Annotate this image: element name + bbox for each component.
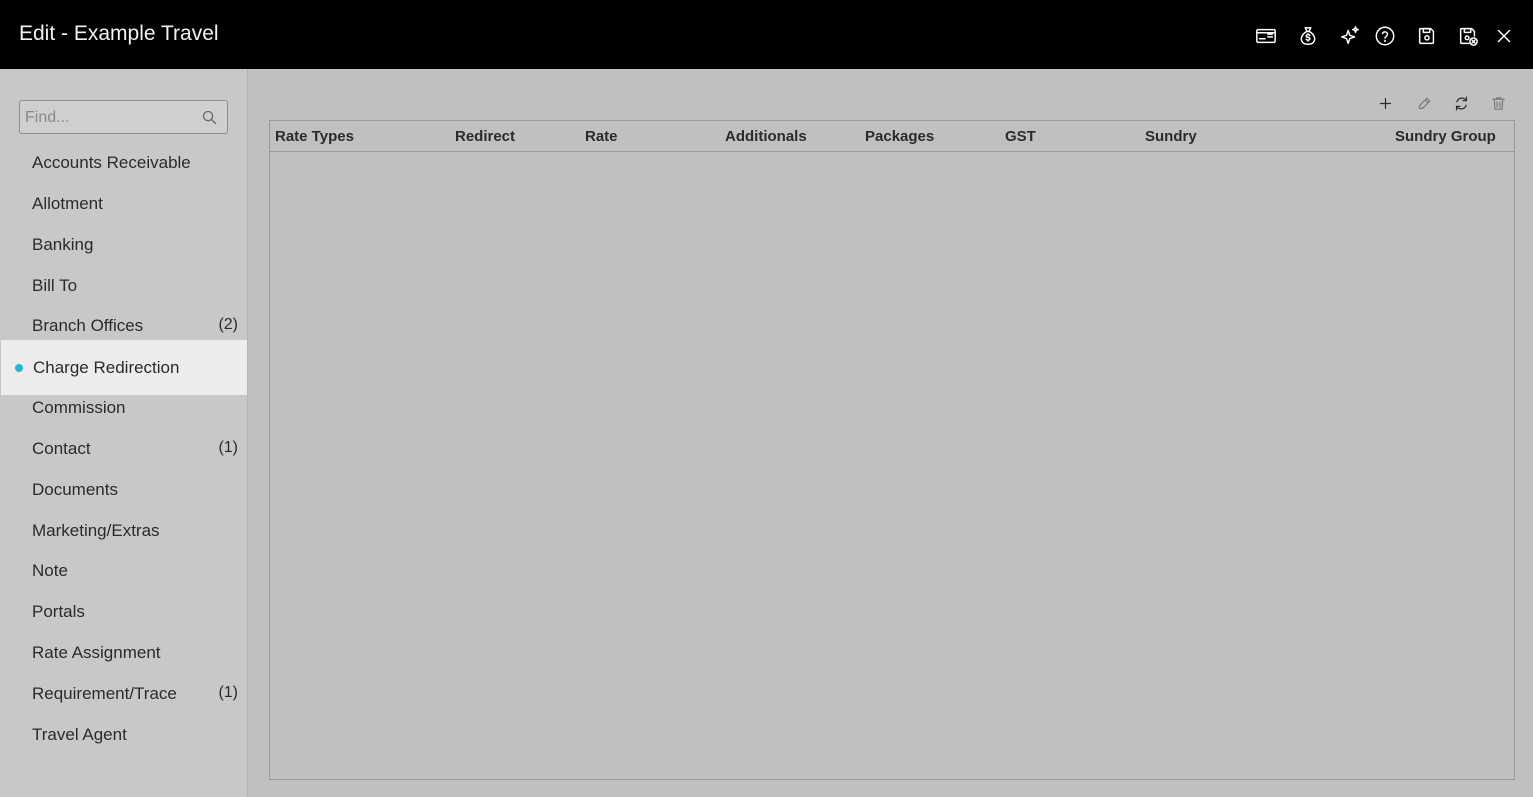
sidebar-item-documents[interactable]: Documents xyxy=(0,470,246,511)
sidebar-item-label: Allotment xyxy=(32,194,103,213)
sidebar-item-count: (2) xyxy=(218,316,238,333)
sidebar-item-allotment[interactable]: Allotment xyxy=(0,184,246,225)
active-indicator xyxy=(15,364,23,372)
column-header-gst[interactable]: GST xyxy=(1005,128,1036,145)
save-icon[interactable] xyxy=(1415,24,1439,48)
help-icon[interactable] xyxy=(1373,24,1397,48)
search-input[interactable] xyxy=(25,106,195,130)
sidebar-item-label: Rate Assignment xyxy=(32,643,161,662)
sidebar-item-label: Contact xyxy=(32,439,91,458)
title-bar: Edit - Example Travel xyxy=(0,0,1533,69)
sidebar-item-label: Marketing/Extras xyxy=(32,521,160,540)
grid-header: Rate Types Redirect Rate Additionals Pac… xyxy=(270,121,1514,152)
sidebar: Accounts Receivable Allotment Banking Bi… xyxy=(0,69,248,797)
sidebar-item-label: Note xyxy=(32,561,68,580)
card-icon[interactable] xyxy=(1254,24,1278,48)
column-header-rate-types[interactable]: Rate Types xyxy=(275,128,354,145)
sidebar-item-label: Bill To xyxy=(32,276,78,295)
sidebar-item-label: Banking xyxy=(32,235,94,254)
sparkle-icon[interactable] xyxy=(1338,24,1362,48)
sidebar-item-label: Branch Offices xyxy=(32,316,144,335)
sidebar-item-marketing-extras[interactable]: Marketing/Extras xyxy=(0,511,246,552)
sidebar-item-requirement-trace[interactable]: Requirement/Trace (1) xyxy=(0,674,246,715)
sidebar-item-charge-redirection[interactable]: Charge Redirection xyxy=(1,340,247,395)
sidebar-item-label: Commission xyxy=(32,398,126,417)
sidebar-item-accounts-receivable[interactable]: Accounts Receivable xyxy=(0,143,246,184)
column-header-sundry-group[interactable]: Sundry Group xyxy=(1395,128,1496,145)
search-icon[interactable] xyxy=(201,109,218,126)
sidebar-item-portals[interactable]: Portals xyxy=(0,592,246,633)
column-header-packages[interactable]: Packages xyxy=(865,128,934,145)
money-bag-icon[interactable] xyxy=(1296,24,1320,48)
sidebar-item-contact[interactable]: Contact (1) xyxy=(0,429,246,470)
sidebar-item-label: Portals xyxy=(32,602,85,621)
close-icon[interactable] xyxy=(1492,24,1516,48)
sidebar-item-count: (1) xyxy=(218,684,238,701)
sidebar-item-rate-assignment[interactable]: Rate Assignment xyxy=(0,633,246,674)
edit-icon[interactable] xyxy=(1414,93,1434,113)
sidebar-item-note[interactable]: Note xyxy=(0,551,246,592)
sidebar-item-commission[interactable]: Commission xyxy=(0,388,246,429)
sidebar-item-travel-agent[interactable]: Travel Agent xyxy=(0,715,246,756)
add-icon[interactable] xyxy=(1375,93,1395,113)
search-box[interactable] xyxy=(19,100,228,134)
column-header-rate[interactable]: Rate xyxy=(585,128,618,145)
grid-body[interactable] xyxy=(270,152,1514,779)
window-title: Edit - Example Travel xyxy=(19,22,219,45)
delete-icon[interactable] xyxy=(1488,93,1508,113)
sidebar-item-banking[interactable]: Banking xyxy=(0,225,246,266)
sidebar-item-label: Travel Agent xyxy=(32,725,127,744)
charge-redirection-grid: Rate Types Redirect Rate Additionals Pac… xyxy=(269,120,1515,780)
sidebar-item-count: (1) xyxy=(218,439,238,456)
column-header-additionals[interactable]: Additionals xyxy=(725,128,807,145)
column-header-sundry[interactable]: Sundry xyxy=(1145,128,1197,145)
column-header-redirect[interactable]: Redirect xyxy=(455,128,515,145)
sidebar-item-label: Requirement/Trace xyxy=(32,684,177,703)
save-close-icon[interactable] xyxy=(1456,24,1480,48)
sidebar-item-label: Documents xyxy=(32,480,118,499)
sidebar-item-label: Charge Redirection xyxy=(33,358,180,377)
sidebar-item-bill-to[interactable]: Bill To xyxy=(0,266,246,307)
refresh-icon[interactable] xyxy=(1451,93,1471,113)
sidebar-item-label: Accounts Receivable xyxy=(32,153,191,172)
